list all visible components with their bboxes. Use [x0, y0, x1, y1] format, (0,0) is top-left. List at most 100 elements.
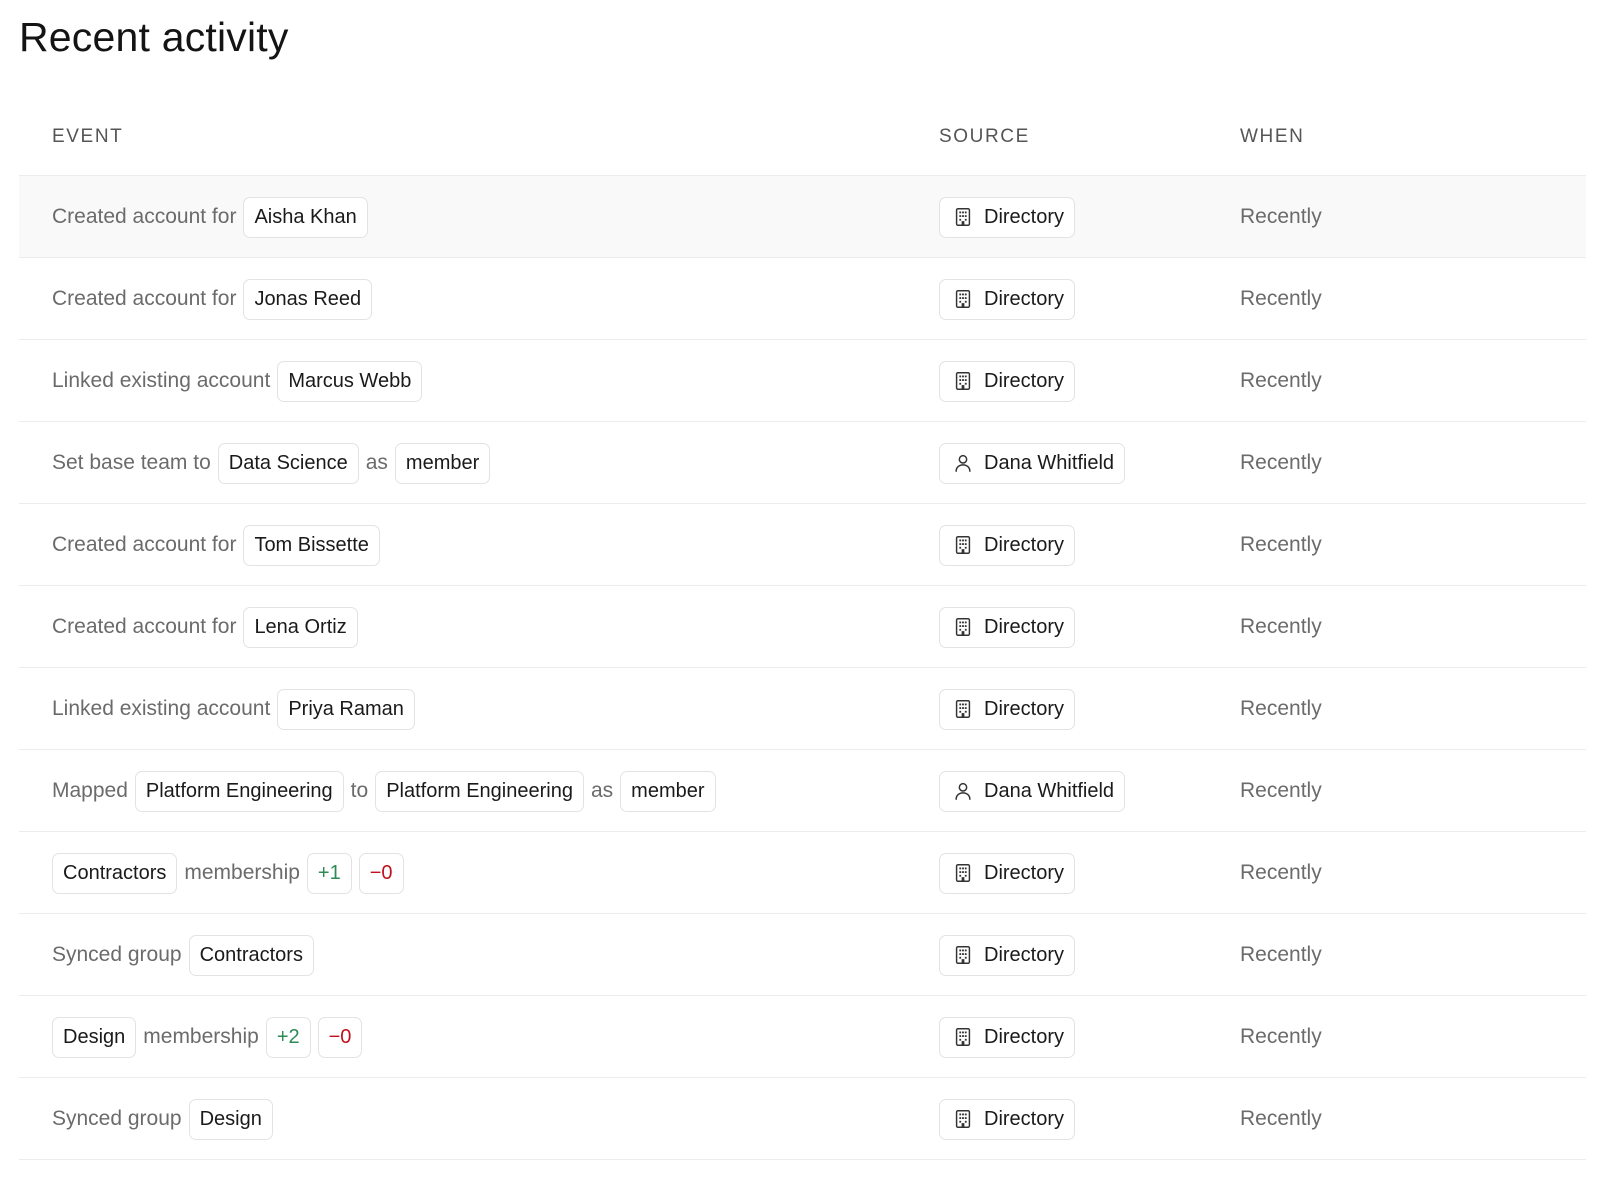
- table-row[interactable]: Created account for Aisha Khan Directory Re…: [19, 176, 1586, 258]
- source-chip[interactable]: Directory: [939, 524, 1076, 566]
- source-chip[interactable]: Directory: [939, 688, 1076, 730]
- event-text: Set base team to: [52, 451, 211, 474]
- event-text: Linked existing account: [52, 369, 271, 392]
- table-row[interactable]: Synced group Design Directory Recently: [19, 1078, 1586, 1160]
- source-chip[interactable]: Directory: [939, 278, 1076, 320]
- members-added-badge: +2: [265, 1016, 311, 1058]
- when-cell: Recently: [1240, 1107, 1322, 1130]
- table-header: EVENT SOURCE WHEN: [19, 96, 1586, 176]
- source-cell: Directory: [939, 914, 1076, 996]
- entity-chip[interactable]: member: [394, 442, 491, 484]
- entity-chip[interactable]: Data Science: [217, 442, 359, 484]
- when-cell: Recently: [1240, 861, 1322, 884]
- source-label: Directory: [984, 861, 1065, 884]
- building-icon: [952, 288, 974, 310]
- event-cell: Contractors membership +1 −0: [52, 832, 404, 914]
- event-cell: Created account for Lena Ortiz: [52, 586, 358, 668]
- entity-chip[interactable]: member: [620, 770, 716, 812]
- event-text: membership: [184, 861, 300, 884]
- source-chip[interactable]: Directory: [939, 934, 1076, 976]
- table-row[interactable]: Linked existing account Priya Raman Direct…: [19, 668, 1586, 750]
- table-row[interactable]: Design membership +2 −0 Directory Recently: [19, 996, 1586, 1078]
- event-text: Mapped: [52, 779, 128, 802]
- event-cell: Synced group Contractors: [52, 914, 314, 996]
- building-icon: [952, 698, 974, 720]
- table-row[interactable]: Mapped Platform Engineering to Platform Eng…: [19, 750, 1586, 832]
- entity-chip[interactable]: Design: [188, 1098, 273, 1140]
- entity-chip[interactable]: Lena Ortiz: [243, 606, 358, 648]
- source-chip[interactable]: Dana Whitfield: [939, 442, 1126, 484]
- entity-chip[interactable]: Contractors: [52, 852, 178, 894]
- source-chip[interactable]: Dana Whitfield: [939, 770, 1126, 812]
- table-row[interactable]: Set base team to Data Science as member Dana…: [19, 422, 1586, 504]
- event-cell: Set base team to Data Science as member: [52, 422, 491, 504]
- source-label: Directory: [984, 943, 1065, 966]
- building-icon: [952, 944, 974, 966]
- user-icon: [952, 780, 974, 802]
- entity-chip[interactable]: Platform Engineering: [375, 770, 584, 812]
- column-header-when: WHEN: [1240, 126, 1305, 147]
- source-cell: Directory: [939, 832, 1076, 914]
- entity-chip[interactable]: Aisha Khan: [243, 196, 368, 238]
- source-chip[interactable]: Directory: [939, 1016, 1076, 1058]
- source-cell: Directory: [939, 668, 1076, 750]
- entity-chip[interactable]: Tom Bissette: [243, 524, 380, 566]
- table-body: Created account for Aisha Khan Directory Re…: [19, 176, 1586, 1160]
- source-label: Dana Whitfield: [984, 451, 1115, 474]
- entity-chip[interactable]: Priya Raman: [277, 688, 415, 730]
- table-row[interactable]: Synced group Contractors Directory Recently: [19, 914, 1586, 996]
- event-cell: Linked existing account Marcus Webb: [52, 340, 423, 422]
- when-cell: Recently: [1240, 369, 1322, 392]
- entity-chip[interactable]: Design: [52, 1016, 137, 1058]
- when-cell: Recently: [1240, 533, 1322, 556]
- source-chip[interactable]: Directory: [939, 360, 1076, 402]
- when-cell: Recently: [1240, 205, 1322, 228]
- activity-table: EVENT SOURCE WHEN Created account for Ais…: [19, 96, 1586, 1160]
- source-cell: Directory: [939, 586, 1076, 668]
- entity-chip[interactable]: Marcus Webb: [277, 360, 423, 402]
- source-cell: Dana Whitfield: [939, 422, 1126, 504]
- table-row[interactable]: Created account for Lena Ortiz Directory Re…: [19, 586, 1586, 668]
- event-text: Synced group: [52, 943, 182, 966]
- source-cell: Directory: [939, 258, 1076, 340]
- when-cell: Recently: [1240, 615, 1322, 638]
- source-chip[interactable]: Directory: [939, 196, 1076, 238]
- source-chip[interactable]: Directory: [939, 1098, 1076, 1140]
- event-cell: Created account for Tom Bissette: [52, 504, 380, 586]
- source-label: Directory: [984, 287, 1065, 310]
- event-text: Synced group: [52, 1107, 182, 1130]
- entity-chip[interactable]: Platform Engineering: [134, 770, 344, 812]
- source-cell: Directory: [939, 176, 1076, 258]
- members-removed-badge: −0: [358, 852, 404, 894]
- entity-chip[interactable]: Jonas Reed: [243, 278, 373, 320]
- event-text: Linked existing account: [52, 697, 271, 720]
- when-cell: Recently: [1240, 451, 1322, 474]
- source-label: Directory: [984, 205, 1065, 228]
- event-cell: Mapped Platform Engineering to Platform Eng…: [52, 750, 716, 832]
- entity-chip[interactable]: Contractors: [188, 934, 314, 976]
- building-icon: [952, 862, 974, 884]
- table-row[interactable]: Contractors membership +1 −0 Directory Recent…: [19, 832, 1586, 914]
- recent-activity-page: Recent activity EVENT SOURCE WHEN Create…: [0, 0, 1600, 1190]
- event-cell: Linked existing account Priya Raman: [52, 668, 415, 750]
- table-row[interactable]: Created account for Tom Bissette Directory…: [19, 504, 1586, 586]
- when-cell: Recently: [1240, 287, 1322, 310]
- source-label: Directory: [984, 533, 1065, 556]
- when-cell: Recently: [1240, 697, 1322, 720]
- event-text: Created account for: [52, 287, 237, 310]
- members-removed-badge: −0: [317, 1016, 363, 1058]
- building-icon: [952, 370, 974, 392]
- source-chip[interactable]: Directory: [939, 606, 1076, 648]
- building-icon: [952, 1026, 974, 1048]
- table-row[interactable]: Created account for Jonas Reed Directory Re…: [19, 258, 1586, 340]
- event-text: as: [365, 451, 388, 474]
- building-icon: [952, 206, 974, 228]
- column-header-event: EVENT: [52, 126, 124, 147]
- table-row[interactable]: Linked existing account Marcus Webb Direct…: [19, 340, 1586, 422]
- building-icon: [952, 534, 974, 556]
- source-label: Directory: [984, 1025, 1065, 1048]
- source-chip[interactable]: Directory: [939, 852, 1076, 894]
- when-cell: Recently: [1240, 943, 1322, 966]
- source-label: Directory: [984, 369, 1065, 392]
- user-icon: [952, 452, 974, 474]
